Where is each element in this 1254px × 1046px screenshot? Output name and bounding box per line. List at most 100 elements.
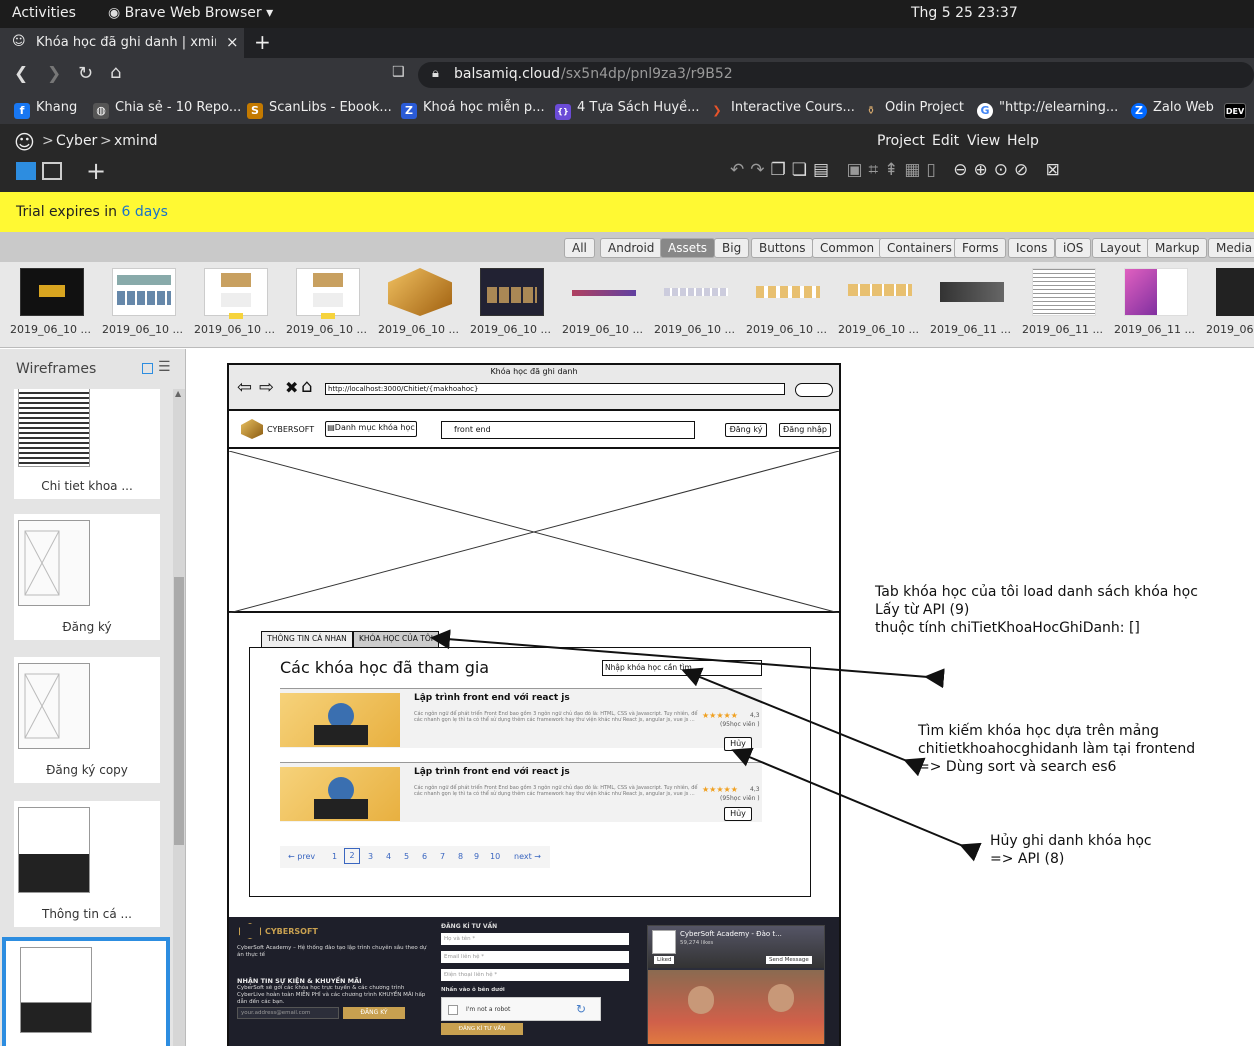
group-icon[interactable]: ▣ xyxy=(846,160,868,180)
close-tab-icon[interactable]: × xyxy=(226,33,239,51)
tab-containers[interactable]: Containers xyxy=(879,238,960,258)
notes-icon[interactable]: ⊠ xyxy=(1046,160,1066,180)
list-view-icon[interactable]: ☰ xyxy=(158,359,171,375)
arrow-tab xyxy=(430,629,945,689)
asset-image xyxy=(1032,268,1096,316)
zoom-in-icon[interactable]: ⊕ xyxy=(973,160,993,180)
new-tab-button[interactable]: + xyxy=(254,30,271,54)
asset-image xyxy=(480,268,544,316)
tab-layout[interactable]: Layout xyxy=(1092,238,1149,258)
wireframe-preview xyxy=(20,947,92,1033)
tab-forms[interactable]: Forms xyxy=(954,238,1007,258)
bookmark-item[interactable]: ◍ Chia sẻ - 10 Repo... xyxy=(93,100,241,119)
bookmark-item[interactable]: ❯ Interactive Cours... xyxy=(709,100,855,119)
asset-thumbnail[interactable]: 2019_06_10 ... xyxy=(286,268,367,336)
redo-icon[interactable]: ↷ xyxy=(750,160,770,180)
copy-icon[interactable]: ❐ xyxy=(771,160,792,180)
asset-image xyxy=(20,268,84,316)
lock-icon: 🔒︎ xyxy=(432,66,439,81)
asset-thumbnail[interactable]: 2019_06_10 ... xyxy=(10,268,91,336)
paste-icon[interactable]: ❏ xyxy=(792,160,813,180)
reload-icon[interactable]: ↻ xyxy=(78,63,93,84)
menu-help[interactable]: Help xyxy=(1007,133,1039,149)
asset-thumbnail[interactable]: 2019_06_10 ... xyxy=(562,268,643,336)
asset-thumbnail[interactable]: 2019_06_10 ... xyxy=(378,268,459,336)
wireframe-item-thong-tin[interactable]: Thông tin cá ... xyxy=(14,801,160,927)
asset-thumbnail[interactable]: 2019_06 xyxy=(1206,268,1254,336)
wireframe-preview xyxy=(18,807,90,893)
add-icon[interactable]: + xyxy=(86,157,106,185)
asset-thumbnail[interactable]: 2019_06_10 ... xyxy=(654,268,735,336)
align-icon[interactable]: ⌗ xyxy=(869,160,885,180)
bookmark-item[interactable]: Z Khoá học miễn p... xyxy=(401,100,545,119)
tab-common[interactable]: Common xyxy=(812,238,883,258)
wireframe-item-dang-ky[interactable]: Đăng ký xyxy=(14,514,160,640)
browser-tab[interactable]: ☺ Khóa học đã ghi danh | xmind × xyxy=(0,28,244,58)
tab-android[interactable]: Android xyxy=(600,238,663,258)
zoom-fit-icon[interactable]: ⊘ xyxy=(1014,160,1034,180)
wireframe-item-selected[interactable] xyxy=(2,937,170,1046)
bookmark-icon[interactable]: ❑ xyxy=(392,64,405,80)
google-icon: G xyxy=(977,103,993,119)
layer-icon[interactable]: ▦ xyxy=(904,160,926,180)
z-icon: Z xyxy=(401,103,417,119)
book-icon: {} xyxy=(555,104,571,120)
odin-icon: ⚱ xyxy=(866,104,876,117)
toolbar: ↶↷❐❏▤ ▣⌗⇞▦▯ ⊖⊕⊙⊘ ⊠ xyxy=(730,160,1170,184)
asset-image xyxy=(940,268,1004,316)
tab-assets[interactable]: Assets xyxy=(660,238,716,258)
bookmark-item[interactable]: {} 4 Tựa Sách Huyề... xyxy=(555,100,700,120)
asset-thumbnail[interactable]: 2019_06_11 ... xyxy=(930,268,1011,336)
asset-thumbnail[interactable]: 2019_06_11 ... xyxy=(1022,268,1103,336)
zoom-out-icon[interactable]: ⊖ xyxy=(953,160,973,180)
breadcrumb-project[interactable]: Cyber xyxy=(56,133,97,149)
menu-view[interactable]: View xyxy=(967,133,1000,149)
bookmark-item[interactable]: Z Zalo Web xyxy=(1131,100,1214,119)
single-view-icon[interactable] xyxy=(16,162,36,180)
bookmark-item[interactable]: ⚱ Odin Project xyxy=(863,100,964,119)
trial-days-link[interactable]: 6 days xyxy=(122,204,168,220)
browser-app-menu[interactable]: ◉ Brave Web Browser ▾ xyxy=(108,5,273,21)
thumbnail-view-icon[interactable] xyxy=(142,363,153,374)
tab-icons[interactable]: Icons xyxy=(1008,238,1056,258)
asset-thumbnail[interactable]: 2019_06_10 ... xyxy=(102,268,183,336)
forward-icon[interactable]: ❯ xyxy=(47,64,61,84)
clipboard-icon[interactable]: ▤ xyxy=(813,160,835,180)
tab-buttons[interactable]: Buttons xyxy=(751,238,814,258)
bookmark-item[interactable]: f Khang xyxy=(14,100,77,119)
undo-icon[interactable]: ↶ xyxy=(730,160,750,180)
tab-ios[interactable]: iOS xyxy=(1055,238,1092,258)
tab-markup[interactable]: Markup xyxy=(1147,238,1208,258)
back-icon[interactable]: ❮ xyxy=(14,64,28,84)
tab-all[interactable]: All xyxy=(564,238,595,258)
address-bar[interactable]: 🔒︎ balsamiq.cloud /sx5n4dp/pnl9za3/r9B52 xyxy=(418,62,1254,88)
clock[interactable]: Thg 5 25 23:37 xyxy=(911,5,1018,21)
breadcrumb-file[interactable]: xmind xyxy=(114,133,158,149)
wireframe-item-dang-ky-copy[interactable]: Đăng ký copy xyxy=(14,657,160,783)
balsamiq-logo-icon[interactable]: ☺ xyxy=(14,130,35,154)
asset-thumbnail[interactable]: 2019_06_10 ... xyxy=(746,268,827,336)
asset-thumbnail[interactable]: 2019_06_11 ... xyxy=(1114,268,1195,336)
sidebar-scrollbar[interactable]: ▲ xyxy=(173,389,185,1046)
tab-big[interactable]: Big xyxy=(714,238,750,258)
asset-thumbnail[interactable]: 2019_06_10 ... xyxy=(194,268,275,336)
activities-button[interactable]: Activities xyxy=(12,5,76,21)
bookmark-item[interactable]: DEV xyxy=(1224,100,1252,119)
trial-banner: Trial expires in 6 days xyxy=(0,192,1254,232)
wireframe-item-chi-tiet[interactable]: Chi tiet khoa ... xyxy=(14,389,160,499)
url-domain: balsamiq.cloud xyxy=(454,66,561,82)
distribute-icon[interactable]: ⇞ xyxy=(884,160,904,180)
asset-thumbnail[interactable]: 2019_06_10 ... xyxy=(838,268,919,336)
zoom-actual-icon[interactable]: ⊙ xyxy=(994,160,1014,180)
lock-icon[interactable]: ▯ xyxy=(926,160,941,180)
tab-media[interactable]: Media xyxy=(1208,238,1254,258)
home-icon[interactable]: ⌂ xyxy=(110,62,121,83)
asset-thumbnail[interactable]: 2019_06_10 ... xyxy=(470,268,551,336)
bookmark-item[interactable]: G "http://elearning... xyxy=(977,100,1118,119)
bookmarks-bar: f Khang ◍ Chia sẻ - 10 Repo... S ScanLibs -… xyxy=(0,92,1254,124)
menu-project[interactable]: Project xyxy=(877,133,925,149)
editor-canvas[interactable]: Khóa học đã ghi danh ⇦ ⇨ ✖ ⌂ http://loca… xyxy=(187,349,1254,1046)
bookmark-item[interactable]: S ScanLibs - Ebook... xyxy=(247,100,392,119)
menu-edit[interactable]: Edit xyxy=(932,133,959,149)
grid-view-icon[interactable] xyxy=(42,162,62,180)
